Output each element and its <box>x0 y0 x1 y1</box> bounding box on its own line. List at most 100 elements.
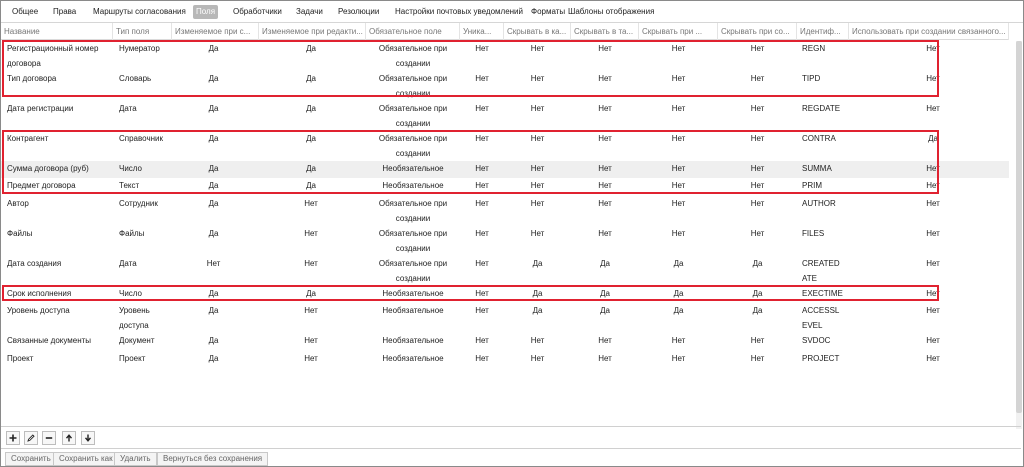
cell-hide-in-card: Да <box>532 259 543 268</box>
remove-button[interactable] <box>42 431 56 445</box>
cell-identifier: REGN <box>802 44 826 53</box>
cell-hide-in-card: Нет <box>530 354 545 363</box>
table-row[interactable]: Дата создания Дата Нет Нет Обязательное при … <box>1 256 1009 286</box>
cell-type: Текст <box>119 181 140 190</box>
cell-editable-on-create: Да <box>208 336 219 345</box>
cell-name: Дата создания <box>7 259 62 268</box>
tab-5[interactable]: Задачи <box>293 5 326 19</box>
cell-hide-in-table: Нет <box>598 354 612 363</box>
vertical-scrollbar[interactable] <box>1016 41 1022 429</box>
cell-unique: Нет <box>475 74 489 83</box>
cell-name: Автор <box>7 199 29 208</box>
table-row[interactable]: Связанные документы Документ Да Нет Необязат… <box>1 333 1009 351</box>
cell-use-on-linked-create: Да <box>928 134 938 143</box>
column-header-unique[interactable]: Уника... <box>460 23 504 40</box>
column-header-hide-on-create[interactable]: Скрывать при со... <box>718 23 797 40</box>
cell-use-on-linked-create: Нет <box>926 181 940 190</box>
edit-button[interactable] <box>24 431 38 445</box>
cell-editable-on-edit: Да <box>306 289 316 298</box>
cell-hide-on-print: Нет <box>671 44 686 53</box>
cell-hide-on-print: Нет <box>671 104 686 113</box>
tab-9[interactable]: Шаблоны отображения <box>565 5 657 19</box>
cell-editable-on-edit: Нет <box>304 336 318 345</box>
cell-use-on-linked-create: Нет <box>926 259 940 268</box>
cell-hide-on-create: Нет <box>750 181 765 190</box>
back-without-saving-button[interactable]: Вернуться без сохранения <box>157 452 269 466</box>
tab-1[interactable]: Права <box>50 5 79 19</box>
tab-0[interactable]: Общее <box>9 5 41 19</box>
cell-unique: Нет <box>475 354 489 363</box>
tab-4[interactable]: Обработчики <box>230 5 285 19</box>
cell-editable-on-edit: Нет <box>304 354 318 363</box>
table-row[interactable]: Регистрационный номер договора Нумератор Д… <box>1 41 1009 71</box>
table-row[interactable]: Дата регистрации Дата Да Да Обязательное при… <box>1 101 1009 131</box>
column-header-required[interactable]: Обязательное поле <box>366 23 460 40</box>
cell-editable-on-create: Да <box>208 229 219 238</box>
cell-type: Проект <box>119 354 146 363</box>
cell-hide-in-card: Нет <box>530 229 545 238</box>
table-row[interactable]: Файлы Файлы Да Нет Обязательное при создании… <box>1 226 1009 256</box>
table-row[interactable]: Сумма договора (руб) Число Да Да Необязатель… <box>1 161 1009 178</box>
cell-editable-on-edit: Да <box>306 44 316 53</box>
save-button[interactable]: Сохранить <box>5 452 57 466</box>
cell-hide-on-print: Да <box>673 259 684 268</box>
cell-hide-in-card: Нет <box>530 74 545 83</box>
move-up-button[interactable] <box>62 431 76 445</box>
cell-name: Сумма договора (руб) <box>7 164 89 173</box>
table-row[interactable]: Уровень доступа Уровень доступа Да Нет Необя… <box>1 303 1009 333</box>
cell-hide-on-print: Нет <box>671 134 686 143</box>
table-row[interactable]: Срок исполнения Число Да Да Необязательное Не… <box>1 286 1009 303</box>
column-header-hide-on-print[interactable]: Скрывать при ... <box>639 23 718 40</box>
tab-8[interactable]: Форматы <box>528 5 568 19</box>
cell-identifier: PRIM <box>802 181 822 190</box>
table-row[interactable]: Предмет договора Текст Да Да Необязательное Н… <box>1 178 1009 196</box>
table-row[interactable]: Автор Сотрудник Да Нет Обязательное при созд… <box>1 196 1009 226</box>
cell-editable-on-create: Нет <box>206 259 221 268</box>
cell-required: Обязательное при создании <box>378 44 448 68</box>
cell-hide-on-print: Нет <box>671 74 686 83</box>
cell-required: Обязательное при создании <box>378 199 448 223</box>
cell-unique: Нет <box>475 104 489 113</box>
add-icon <box>9 434 17 442</box>
cell-name: Проект <box>7 354 34 363</box>
cell-hide-in-table: Нет <box>598 199 612 208</box>
column-header-type[interactable]: Тип поля <box>113 23 172 40</box>
column-header-editable-on-edit[interactable]: Изменяемое при редакти... <box>259 23 366 40</box>
cell-unique: Нет <box>475 134 489 143</box>
cell-hide-on-create: Нет <box>750 164 765 173</box>
cell-hide-on-create: Нет <box>750 104 765 113</box>
move-down-button[interactable] <box>81 431 95 445</box>
tab-3[interactable]: Поля <box>193 5 219 19</box>
cell-use-on-linked-create: Нет <box>926 74 940 83</box>
table-row[interactable]: Контрагент Справочник Да Да Обязательное при… <box>1 131 1009 161</box>
cell-hide-on-create: Да <box>752 259 763 268</box>
tab-2[interactable]: Маршруты согласования <box>90 5 189 19</box>
column-header-hide-in-table[interactable]: Скрывать в та... <box>571 23 639 40</box>
column-header-use-on-linked-create[interactable]: Использовать при создании связанного... <box>849 23 1009 40</box>
scrollbar-thumb[interactable] <box>1016 41 1022 413</box>
cell-name: Тип договора <box>7 74 57 83</box>
tab-7[interactable]: Настройки почтовых уведомлений <box>392 5 526 19</box>
column-header-editable-on-create[interactable]: Изменяемое при с... <box>172 23 259 40</box>
column-header-name[interactable]: Название <box>1 23 113 40</box>
add-button[interactable] <box>6 431 20 445</box>
cell-identifier: EXECTIME <box>802 289 843 298</box>
cell-editable-on-create: Да <box>208 199 219 208</box>
column-header-identifier[interactable]: Идентиф... <box>797 23 849 40</box>
column-header-hide-in-card[interactable]: Скрывать в ка... <box>504 23 571 40</box>
cell-required: Обязательное при создании <box>378 259 448 283</box>
cell-required: Необязательное <box>382 289 444 298</box>
tab-6[interactable]: Резолюции <box>335 5 382 19</box>
delete-button[interactable]: Удалить <box>114 452 157 466</box>
save-as-button[interactable]: Сохранить как <box>53 452 119 466</box>
cell-required: Необязательное <box>382 336 444 345</box>
cell-type: Документ <box>119 336 155 345</box>
cell-hide-in-card: Да <box>532 289 543 298</box>
cell-unique: Нет <box>475 336 489 345</box>
table-row[interactable]: Тип договора Словарь Да Да Обязательное при … <box>1 71 1009 101</box>
table-row[interactable]: Проект Проект Да Нет Необязательное Нет Нет Нет… <box>1 351 1009 369</box>
cell-editable-on-edit: Нет <box>304 306 318 315</box>
cell-hide-on-print: Нет <box>671 354 686 363</box>
cell-hide-in-table: Нет <box>598 181 612 190</box>
cell-hide-in-table: Нет <box>598 74 612 83</box>
